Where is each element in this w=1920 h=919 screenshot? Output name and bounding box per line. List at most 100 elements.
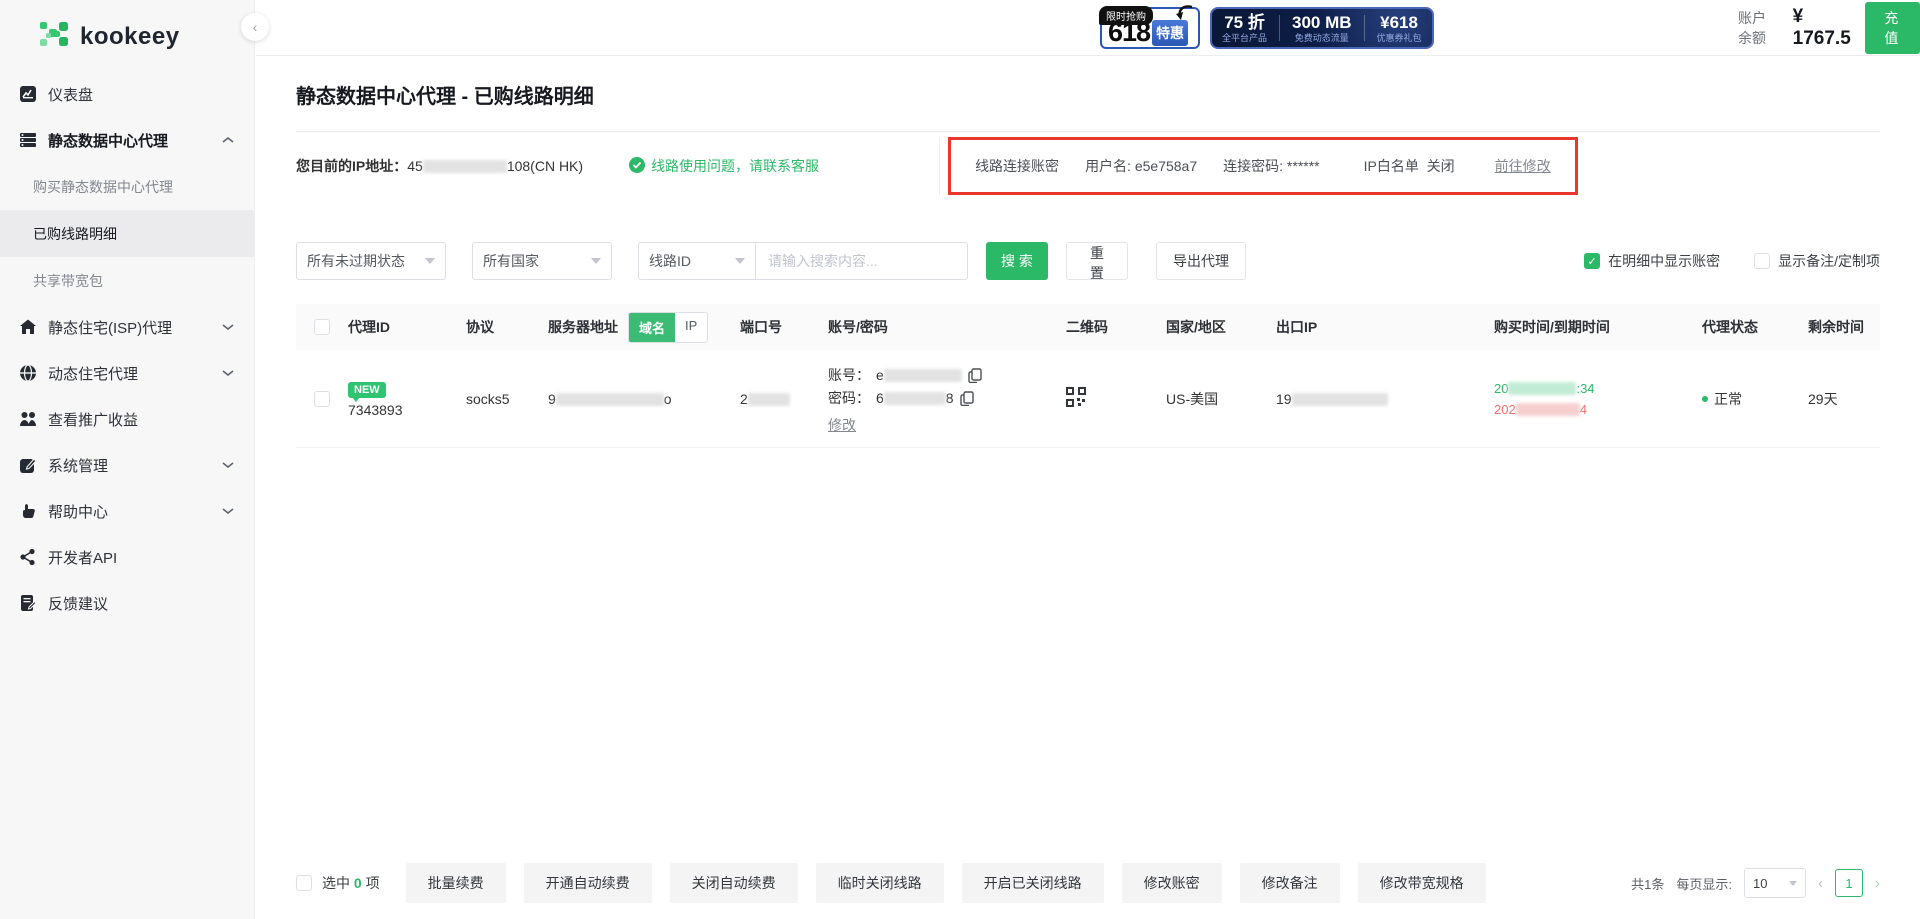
search-button[interactable]: 搜 索: [986, 242, 1048, 280]
conn-whitelist: IP白名单 关闭: [1364, 156, 1455, 176]
sidebar-item-dashboard[interactable]: 仪表盘: [0, 71, 254, 117]
contact-support-link[interactable]: 线路使用问题，请联系客服: [629, 156, 819, 176]
page-title: 静态数据中心代理 - 已购线路明细: [296, 80, 1880, 109]
disable-auto-renew-button[interactable]: 关闭自动续费: [670, 863, 798, 903]
select-all-checkbox[interactable]: [314, 319, 330, 335]
promo-offers-panel[interactable]: 75 折 全平台产品 300 MB 免费动态流量 ¥618 优惠券礼包: [1210, 7, 1434, 49]
port-prefix: 2: [740, 391, 748, 407]
sidebar-item-static-isp[interactable]: 静态住宅(ISP)代理: [0, 304, 254, 350]
current-page-button[interactable]: 1: [1835, 869, 1863, 897]
search-type-select[interactable]: 线路ID: [638, 242, 756, 280]
connection-credentials-box: 线路连接账密 用户名: e5e758a7 连接密码: ****** IP白名单 …: [948, 137, 1578, 195]
checkbox-unchecked[interactable]: [1754, 253, 1770, 269]
dashboard-icon: [18, 84, 38, 104]
sidebar-item-referral-earnings[interactable]: 查看推广收益: [0, 396, 254, 442]
sidebar-item-dynamic-residential[interactable]: 动态住宅代理: [0, 350, 254, 396]
show-notes-checkbox[interactable]: 显示备注/定制项: [1754, 251, 1880, 271]
new-badge: NEW: [348, 382, 386, 398]
search-input[interactable]: [756, 242, 968, 280]
status-value: 正常: [1714, 391, 1742, 407]
conn-title: 线路连接账密: [975, 156, 1059, 176]
modify-credentials-button[interactable]: 修改账密: [1122, 863, 1222, 903]
api-icon: [18, 547, 38, 567]
offer-desc: 全平台产品: [1222, 33, 1267, 43]
exit-ip-prefix: 19: [1276, 391, 1292, 407]
expire-time-prefix: 202: [1494, 402, 1516, 417]
col-server-label: 服务器地址: [548, 317, 618, 337]
main-content: 静态数据中心代理 - 已购线路明细 您目前的IP地址：45108(CN HK) …: [256, 57, 1920, 919]
sidebar-item-label: 已购线路明细: [33, 224, 117, 244]
account-label: 账号：: [828, 365, 870, 385]
account-cell: 账号： e 密码： 68 修改: [828, 362, 1066, 435]
username-label: 用户名:: [1085, 158, 1131, 174]
server-display-toggle[interactable]: 域名 IP: [628, 312, 708, 343]
sidebar-item-static-datacenter[interactable]: 静态数据中心代理: [0, 117, 254, 163]
sidebar-item-buy-static-datacenter[interactable]: 购买静态数据中心代理: [0, 163, 254, 210]
redacted-password: [884, 392, 946, 405]
col-proxy-id: 代理ID: [348, 317, 466, 337]
current-ip-label: 您目前的IP地址：: [296, 158, 407, 174]
server-prefix: 9: [548, 391, 556, 407]
checkbox-checked[interactable]: [1584, 253, 1600, 269]
caret-down-icon: [591, 258, 601, 264]
toggle-domain-option[interactable]: 域名: [629, 313, 675, 342]
go-modify-link[interactable]: 前往修改: [1495, 156, 1551, 176]
sidebar-item-purchased-lines[interactable]: 已购线路明细: [0, 210, 254, 257]
sidebar-item-shared-bandwidth[interactable]: 共享带宽包: [0, 257, 254, 304]
promo-offer: ¥618 优惠券礼包: [1377, 13, 1422, 43]
ip-suffix: 108(CN HK): [507, 158, 583, 174]
sidebar-item-label: 共享带宽包: [33, 271, 103, 291]
divider: [939, 137, 940, 195]
divider: [1279, 15, 1280, 41]
brand-logo[interactable]: kookeey: [0, 0, 254, 71]
ip-prefix: 45: [407, 158, 423, 174]
sidebar-item-help-center[interactable]: 帮助中心: [0, 488, 254, 534]
footer-checkbox[interactable]: [296, 875, 312, 891]
export-proxies-button[interactable]: 导出代理: [1156, 242, 1246, 280]
check-circle-icon: [629, 157, 645, 176]
sidebar: kookeey 仪表盘 静态数据中心代理 购买静态数据中心代理 已购线路明细 共…: [0, 0, 255, 919]
search-type-value: 线路ID: [649, 251, 691, 271]
reset-button[interactable]: 重 置: [1066, 242, 1128, 280]
topbar: 限时抢购 618 特惠 75 折 全平台产品 300 MB 免费动态流量 ¥61…: [256, 0, 1920, 56]
copy-icon[interactable]: [960, 391, 974, 406]
copy-icon[interactable]: [968, 368, 982, 383]
sidebar-collapse-button[interactable]: ‹: [241, 13, 269, 41]
whitelist-label: IP白名单: [1364, 158, 1419, 174]
promo-618-badge[interactable]: 限时抢购 618 特惠: [1100, 7, 1200, 49]
modify-bandwidth-button[interactable]: 修改带宽规格: [1358, 863, 1486, 903]
col-status: 代理状态: [1702, 317, 1808, 337]
promo-banner[interactable]: 限时抢购 618 特惠 75 折 全平台产品 300 MB 免费动态流量 ¥61…: [1100, 7, 1434, 49]
toggle-ip-option[interactable]: IP: [675, 313, 707, 342]
temp-close-line-button[interactable]: 临时关闭线路: [816, 863, 944, 903]
offer-desc: 优惠券礼包: [1377, 33, 1422, 43]
sidebar-item-developer-api[interactable]: 开发者API: [0, 534, 254, 580]
modify-credentials-link[interactable]: 修改: [828, 415, 856, 435]
pagination: 共1条 每页显示: 10 ‹ 1 ›: [1631, 868, 1880, 898]
offer-desc: 免费动态流量: [1295, 33, 1349, 43]
sidebar-item-label: 帮助中心: [48, 501, 108, 522]
status-filter-select[interactable]: 所有未过期状态: [296, 242, 446, 280]
total-count-label: 共1条: [1631, 874, 1664, 893]
sidebar-item-label: 动态住宅代理: [48, 363, 138, 384]
page-size-select[interactable]: 10: [1744, 868, 1806, 898]
sidebar-item-label: 购买静态数据中心代理: [33, 177, 173, 197]
row-checkbox[interactable]: [314, 391, 330, 407]
qrcode-icon[interactable]: [1066, 394, 1086, 410]
show-credentials-checkbox[interactable]: 在明细中显示账密: [1584, 251, 1720, 271]
reopen-closed-line-button[interactable]: 开启已关闭线路: [962, 863, 1104, 903]
country-filter-select[interactable]: 所有国家: [472, 242, 612, 280]
sidebar-item-system-management[interactable]: 系统管理: [0, 442, 254, 488]
prev-page-button[interactable]: ‹: [1818, 875, 1823, 892]
enable-auto-renew-button[interactable]: 开通自动续费: [524, 863, 652, 903]
password-label: 密码：: [828, 388, 870, 408]
modify-notes-button[interactable]: 修改备注: [1240, 863, 1340, 903]
sidebar-item-feedback[interactable]: 反馈建议: [0, 580, 254, 626]
batch-renew-button[interactable]: 批量续费: [406, 863, 506, 903]
next-page-button[interactable]: ›: [1875, 875, 1880, 892]
status-filter-value: 所有未过期状态: [307, 251, 405, 271]
recharge-button[interactable]: 充值: [1865, 2, 1920, 54]
offer-value: 75 折: [1224, 13, 1265, 33]
feedback-icon: [18, 593, 38, 613]
proxy-id-value: 7343893: [348, 402, 403, 418]
